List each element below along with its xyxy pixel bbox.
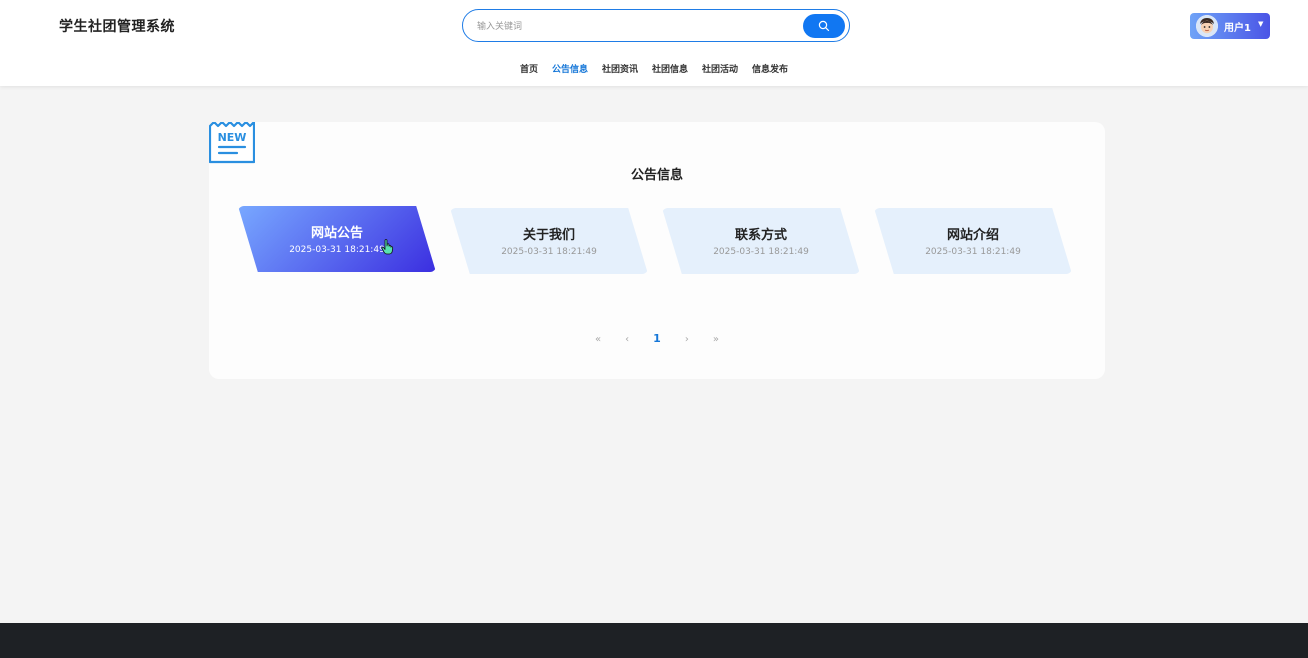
first-page-button[interactable]: « xyxy=(595,334,601,345)
top-header: 学生社团管理系统 用户1 ▼ 首页 公告信息 社团资讯 xyxy=(0,0,1308,86)
caret-down-icon: ▼ xyxy=(1258,20,1264,28)
notice-card[interactable]: 关于我们 2025-03-31 18:21:49 xyxy=(450,208,648,274)
user-name-label: 用户1 xyxy=(1224,23,1251,34)
notice-card[interactable]: 网站介绍 2025-03-31 18:21:49 xyxy=(874,208,1072,274)
prev-page-button[interactable]: ‹ xyxy=(625,334,629,345)
notice-title: 联系方式 xyxy=(734,228,787,243)
notice-date: 2025-03-31 18:21:49 xyxy=(713,247,809,257)
notice-card[interactable]: 联系方式 2025-03-31 18:21:49 xyxy=(662,208,860,274)
hand-cursor-icon xyxy=(381,239,394,255)
announcements-panel: NEW 公告信息 网站公告 2025-03-31 18:21:49 关于我们 2… xyxy=(209,122,1105,379)
next-page-button[interactable]: › xyxy=(685,334,689,345)
page-number-current[interactable]: 1 xyxy=(653,332,661,345)
nav-item-home[interactable]: 首页 xyxy=(520,62,538,75)
section-title: 公告信息 xyxy=(630,168,683,183)
site-title: 学生社团管理系统 xyxy=(59,19,175,35)
notice-title: 网站介绍 xyxy=(946,228,999,243)
notice-title: 网站公告 xyxy=(310,226,363,241)
user-menu-button[interactable]: 用户1 ▼ xyxy=(1190,13,1270,39)
nav-item-club-news[interactable]: 社团资讯 xyxy=(602,62,638,75)
avatar-icon xyxy=(1196,15,1218,37)
search-input[interactable] xyxy=(475,16,799,38)
nav-item-club-info[interactable]: 社团信息 xyxy=(652,62,688,75)
notice-date: 2025-03-31 18:21:49 xyxy=(501,247,597,257)
svg-text:NEW: NEW xyxy=(218,131,247,144)
nav-item-publish[interactable]: 信息发布 xyxy=(752,62,788,75)
search-icon xyxy=(818,20,830,32)
notice-title: 关于我们 xyxy=(522,228,575,243)
pagination: « ‹ 1 › » xyxy=(209,332,1105,345)
nav-item-announcements[interactable]: 公告信息 xyxy=(552,62,588,75)
notice-date: 2025-03-31 18:21:49 xyxy=(925,247,1021,257)
nav-item-club-activities[interactable]: 社团活动 xyxy=(702,62,738,75)
search-bar xyxy=(462,9,850,42)
footer xyxy=(0,623,1308,658)
main-nav: 首页 公告信息 社团资讯 社团信息 社团活动 信息发布 xyxy=(0,62,1308,75)
last-page-button[interactable]: » xyxy=(713,334,719,345)
search-button[interactable] xyxy=(803,14,845,38)
notice-card[interactable]: 网站公告 2025-03-31 18:21:49 xyxy=(238,206,436,272)
notice-date: 2025-03-31 18:21:49 xyxy=(289,245,385,255)
new-badge-icon: NEW xyxy=(209,122,255,164)
